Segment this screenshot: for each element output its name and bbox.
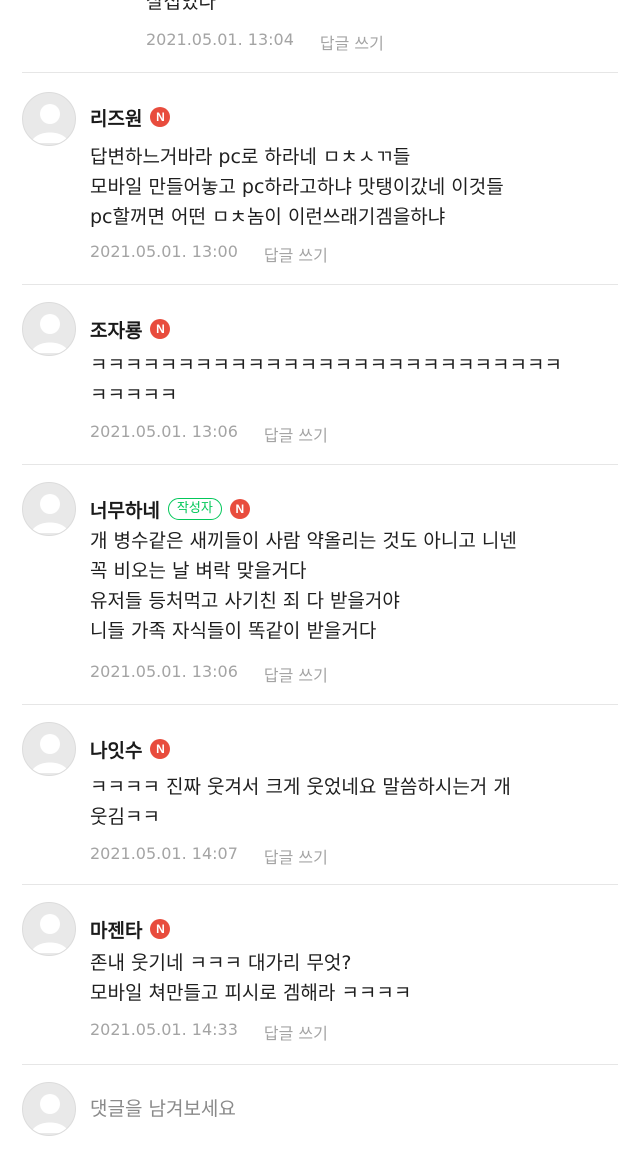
writer-badge: 작성자	[167, 498, 222, 520]
comment-date: 2021.05.01. 14:33	[90, 1020, 238, 1039]
new-badge-icon: N	[150, 919, 171, 939]
comment-meta: 2021.05.01. 13:06 답글 쓰기	[90, 662, 328, 686]
reply-text: 살접었다	[146, 0, 216, 13]
comment-meta: 2021.05.01. 13:00 답글 쓰기	[90, 242, 328, 266]
avatar[interactable]	[22, 482, 76, 536]
default-avatar-icon	[31, 314, 69, 353]
comment-item: 나잇수 N ㅋㅋㅋㅋ 진짜 웃겨서 크게 웃었네요 말씀하시는거 개 웃김ㅋㅋ …	[0, 704, 640, 884]
reply-write-button[interactable]: 답글 쓰기	[264, 844, 328, 868]
reply-write-button[interactable]: 답글 쓰기	[264, 242, 328, 266]
default-avatar-icon	[31, 734, 69, 773]
comment-author[interactable]: 조자룡	[90, 316, 142, 343]
comment-meta: 2021.05.01. 14:33 답글 쓰기	[90, 1020, 328, 1044]
comment-item: 너무하네 작성자 N 개 병수같은 새끼들이 사람 약올리는 것도 아니고 니넨…	[0, 464, 640, 704]
reply-meta: 2021.05.01. 13:04 답글 쓰기	[146, 30, 384, 54]
avatar[interactable]	[22, 92, 76, 146]
comment-author[interactable]: 나잇수	[90, 736, 142, 763]
new-badge-icon: N	[150, 739, 171, 759]
reply-write-button[interactable]: 답글 쓰기	[320, 30, 384, 54]
comment-author-row: 리즈원 N	[90, 102, 171, 132]
comment-text: ㅋㅋㅋㅋ 진짜 웃겨서 크게 웃었네요 말씀하시는거 개 웃김ㅋㅋ	[90, 776, 511, 828]
comment-item: 리즈원 N 답변하느거바라 pc로 하라네 ㅁㅊㅅㄲ들 모바일 만들어놓고 pc…	[0, 72, 640, 284]
comment-text: 개 병수같은 새끼들이 사람 약올리는 것도 아니고 니넨 꼭 비오는 날 벼락…	[90, 530, 517, 642]
comment-author-row: 너무하네 작성자 N	[90, 494, 250, 524]
default-avatar-icon	[31, 104, 69, 143]
comment-date: 2021.05.01. 14:07	[90, 844, 238, 863]
default-avatar-icon	[31, 494, 69, 533]
comment-date: 2021.05.01. 13:06	[90, 662, 238, 681]
comment-author[interactable]: 너무하네	[90, 496, 160, 523]
comment-input[interactable]: 댓글을 남겨보세요	[90, 1094, 590, 1124]
comment-text: ㅋㅋㅋㅋㅋㅋㅋㅋㅋㅋㅋㅋㅋㅋㅋㅋㅋㅋㅋㅋㅋㅋㅋㅋㅋㅋㅋ ㅋㅋㅋㅋㅋ	[90, 354, 562, 406]
reply-write-button[interactable]: 답글 쓰기	[264, 662, 328, 686]
comment-author-row: 마젠타 N	[90, 914, 171, 944]
divider	[22, 1064, 618, 1065]
comment-author-row: 조자룡 N	[90, 314, 171, 344]
reply-item: 살접었다 2021.05.01. 13:04 답글 쓰기	[0, 0, 640, 72]
comment-item: 조자룡 N ㅋㅋㅋㅋㅋㅋㅋㅋㅋㅋㅋㅋㅋㅋㅋㅋㅋㅋㅋㅋㅋㅋㅋㅋㅋㅋㅋ ㅋㅋㅋㅋㅋ …	[0, 284, 640, 464]
avatar[interactable]	[22, 902, 76, 956]
comment-author-row: 나잇수 N	[90, 734, 171, 764]
reply-write-button[interactable]: 답글 쓰기	[264, 1020, 328, 1044]
new-badge-icon: N	[150, 319, 171, 339]
comment-meta: 2021.05.01. 14:07 답글 쓰기	[90, 844, 328, 868]
comment-date: 2021.05.01. 13:06	[90, 422, 238, 441]
comment-text: 존내 웃기네 ㅋㅋㅋ 대가리 무엇? 모바일 쳐만들고 피시로 겜해라 ㅋㅋㅋㅋ	[90, 952, 412, 1004]
reply-write-button[interactable]: 답글 쓰기	[264, 422, 328, 446]
default-avatar-icon	[31, 914, 69, 953]
comment-author[interactable]: 리즈원	[90, 104, 142, 131]
avatar[interactable]	[22, 302, 76, 356]
avatar[interactable]	[22, 722, 76, 776]
comment-input-row: 댓글을 남겨보세요	[0, 1066, 640, 1167]
comment-author[interactable]: 마젠타	[90, 916, 142, 943]
new-badge-icon: N	[150, 107, 171, 127]
new-badge-icon: N	[229, 499, 250, 519]
comment-date: 2021.05.01. 13:00	[90, 242, 238, 261]
comment-item: 마젠타 N 존내 웃기네 ㅋㅋㅋ 대가리 무엇? 모바일 쳐만들고 피시로 겜해…	[0, 884, 640, 1064]
default-avatar-icon	[31, 1094, 69, 1133]
reply-date: 2021.05.01. 13:04	[146, 30, 294, 49]
comment-text: 답변하느거바라 pc로 하라네 ㅁㅊㅅㄲ들 모바일 만들어놓고 pc하라고하냐 …	[90, 146, 504, 228]
avatar	[22, 1082, 76, 1136]
comment-meta: 2021.05.01. 13:06 답글 쓰기	[90, 422, 328, 446]
